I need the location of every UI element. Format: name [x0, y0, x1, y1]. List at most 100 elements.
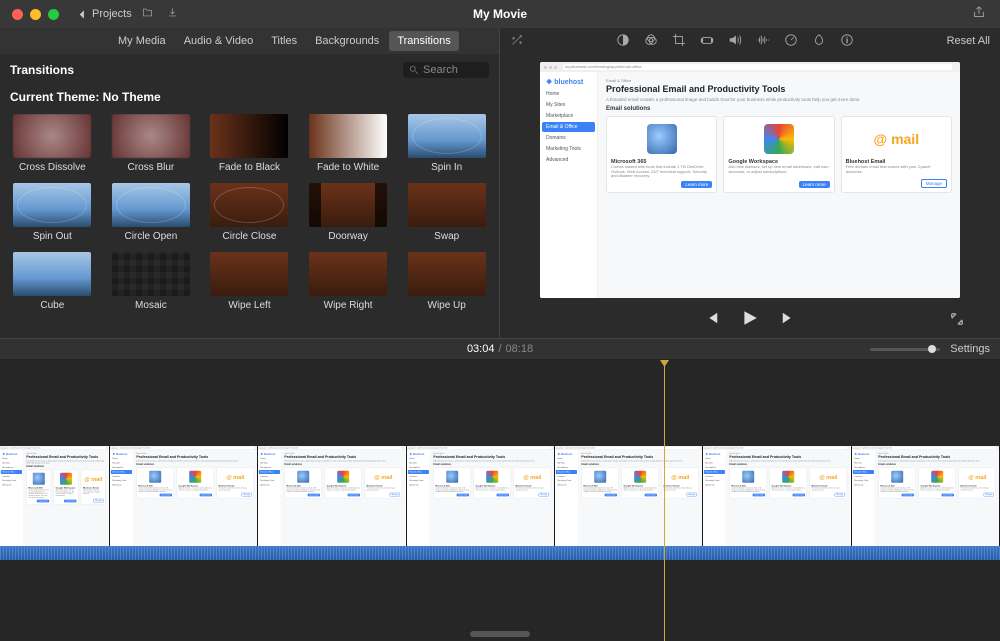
transition-thumbnail — [112, 183, 190, 227]
transition-thumbnail — [309, 183, 387, 227]
transition-item[interactable]: Cross Blur — [109, 114, 194, 173]
audio-track[interactable] — [0, 546, 1000, 560]
timeline-clip[interactable]: my.bluehost.com/hosting/app/#/email-offi… — [407, 446, 555, 546]
color-balance-icon[interactable] — [616, 33, 630, 50]
timeline-current-time: 03:04 — [467, 343, 495, 355]
fullscreen-button[interactable] — [950, 312, 964, 329]
transition-item[interactable]: Doorway — [306, 183, 391, 242]
transition-item[interactable]: Spin In — [404, 114, 489, 173]
transition-item[interactable]: Wipe Left — [207, 252, 292, 311]
share-button[interactable] — [972, 5, 986, 24]
preview-menu-item: My Sites — [542, 100, 595, 110]
next-button[interactable] — [781, 311, 795, 330]
noise-reduction-icon[interactable] — [756, 33, 770, 50]
preview-menu-item: My Sites — [1, 461, 22, 465]
tab-titles[interactable]: Titles — [263, 31, 305, 51]
transition-thumbnail — [210, 183, 288, 227]
timeline-clip[interactable]: my.bluehost.com/hosting/app/#/email-offi… — [555, 446, 703, 546]
preview-menu-item: Domains — [1, 474, 22, 478]
preview-menu-item: Domains — [556, 474, 577, 478]
import-media-icon[interactable] — [142, 7, 153, 21]
tab-my-media[interactable]: My Media — [110, 31, 174, 51]
tab-backgrounds[interactable]: Backgrounds — [307, 31, 387, 51]
transition-item[interactable]: Circle Close — [207, 183, 292, 242]
playback-controls — [500, 302, 1000, 338]
download-icon[interactable] — [167, 7, 178, 21]
timeline-clip[interactable]: my.bluehost.com/hosting/app/#/email-offi… — [0, 446, 110, 546]
crop-icon[interactable] — [672, 33, 686, 50]
preview-headline: Professional Email and Productivity Tool… — [878, 455, 996, 459]
preview-menu-item: Domains — [259, 474, 280, 478]
info-icon[interactable] — [840, 33, 854, 50]
enhance-icon[interactable] — [510, 33, 524, 50]
transition-item[interactable]: Circle Open — [109, 183, 194, 242]
preview-menu-item: Domains — [407, 474, 428, 478]
transition-label: Cross Blur — [128, 162, 175, 173]
preview-headline: Professional Email and Productivity Tool… — [606, 85, 952, 95]
transition-item[interactable]: Cross Dissolve — [10, 114, 95, 173]
preview-menu-item: Home — [407, 457, 428, 461]
search-input[interactable]: Search — [403, 62, 489, 78]
preview-menu-item: Marketplace — [852, 466, 873, 470]
transition-item[interactable]: Fade to White — [306, 114, 391, 173]
preview-menu-item: My Sites — [111, 461, 132, 465]
preview-menu-item: Email & Office — [111, 470, 132, 474]
preview-menu-item: Marketplace — [407, 466, 428, 470]
transition-thumbnail — [408, 114, 486, 158]
timeline-header: 03:04 / 08:18 Settings — [0, 338, 1000, 360]
transition-item[interactable]: Wipe Up — [404, 252, 489, 311]
playhead[interactable] — [664, 360, 665, 641]
play-button[interactable] — [741, 309, 759, 332]
transition-label: Wipe Left — [228, 300, 270, 311]
clip-filter-icon[interactable] — [812, 33, 826, 50]
transition-item[interactable]: Fade to Black — [207, 114, 292, 173]
close-window-button[interactable] — [12, 9, 23, 20]
preview-menu-item: Home — [259, 457, 280, 461]
preview-menu-item: Marketing Tools — [556, 479, 577, 483]
transition-item[interactable]: Wipe Right — [306, 252, 391, 311]
timeline-clip[interactable]: my.bluehost.com/hosting/app/#/email-offi… — [258, 446, 406, 546]
transition-item[interactable]: Cube — [10, 252, 95, 311]
preview-menu-item: Email & Office — [704, 470, 725, 474]
transition-label: Cube — [40, 300, 64, 311]
preview-menu-item: Marketing Tools — [111, 479, 132, 483]
timeline-settings-button[interactable]: Settings — [950, 343, 990, 355]
viewer-toolbar: Reset All — [500, 28, 1000, 54]
minimize-window-button[interactable] — [30, 9, 41, 20]
preview-menu-item: Advanced — [704, 483, 725, 487]
timeline-scrollbar[interactable] — [0, 631, 1000, 639]
color-correction-icon[interactable] — [644, 33, 658, 50]
transition-thumbnail — [112, 252, 190, 296]
stabilization-icon[interactable] — [700, 33, 714, 50]
preview-menu-item: Domains — [542, 133, 595, 143]
preview-logo: ❖ bluehost — [852, 452, 873, 457]
speed-icon[interactable] — [784, 33, 798, 50]
transition-label: Wipe Right — [324, 300, 373, 311]
volume-icon[interactable] — [728, 33, 742, 50]
preview-menu-item: Home — [556, 457, 577, 461]
video-track[interactable]: my.bluehost.com/hosting/app/#/email-offi… — [0, 446, 1000, 546]
transition-label: Fade to Black — [219, 162, 280, 173]
transition-thumbnail — [210, 114, 288, 158]
transition-item[interactable]: Spin Out — [10, 183, 95, 242]
transition-item[interactable]: Mosaic — [109, 252, 194, 311]
timeline-zoom-slider[interactable] — [870, 348, 940, 351]
tab-audio-video[interactable]: Audio & Video — [176, 31, 262, 51]
transition-thumbnail — [13, 252, 91, 296]
browser-tabs: My MediaAudio & VideoTitlesBackgroundsTr… — [0, 28, 499, 54]
fullscreen-window-button[interactable] — [48, 9, 59, 20]
timeline-clip[interactable]: my.bluehost.com/hosting/app/#/email-offi… — [110, 446, 258, 546]
tab-transitions[interactable]: Transitions — [389, 31, 458, 51]
preview-logo: ❖ bluehost — [556, 452, 577, 457]
preview-menu-item: Marketing Tools — [1, 479, 22, 483]
transition-thumbnail — [13, 183, 91, 227]
preview-menu-item: Domains — [852, 474, 873, 478]
timeline-clip[interactable]: my.bluehost.com/hosting/app/#/email-offi… — [703, 446, 851, 546]
timeline[interactable]: my.bluehost.com/hosting/app/#/email-offi… — [0, 360, 1000, 641]
back-to-projects-button[interactable]: Projects — [77, 8, 132, 20]
transition-item[interactable]: Swap — [404, 183, 489, 242]
prev-button[interactable] — [705, 311, 719, 330]
timeline-clip[interactable]: my.bluehost.com/hosting/app/#/email-offi… — [852, 446, 1000, 546]
reset-all-button[interactable]: Reset All — [947, 35, 990, 47]
preview-menu-item: Home — [542, 89, 595, 99]
